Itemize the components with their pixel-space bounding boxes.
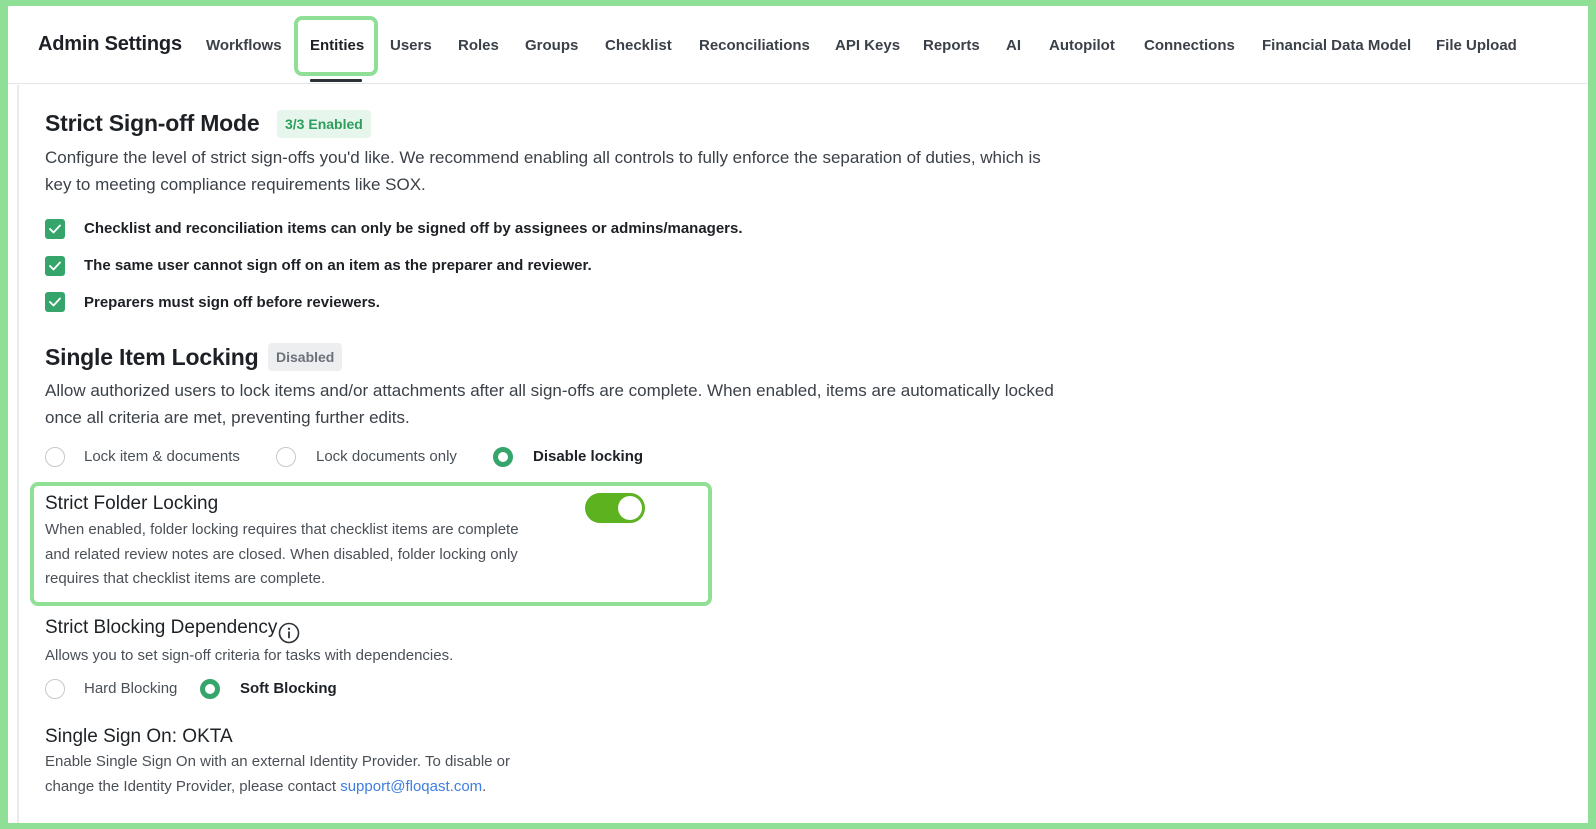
tab-roles[interactable]: Roles <box>458 37 499 54</box>
hard-blocking-radio[interactable] <box>45 679 65 699</box>
description-line: change the Identity Provider, please con… <box>45 775 605 800</box>
lock-item-documents-radio[interactable] <box>45 447 65 467</box>
single-item-locking-description: Allow authorized users to lock items and… <box>45 377 1155 431</box>
lock-documents-only-radio[interactable] <box>276 447 296 467</box>
tab-users[interactable]: Users <box>390 37 432 54</box>
strict-blocking-description: Allows you to set sign-off criteria for … <box>45 647 454 664</box>
lock-item-documents-label: Lock item & documents <box>84 448 240 465</box>
description-line: and related review notes are closed. Whe… <box>45 545 518 563</box>
strict-signoff-description: Configure the level of strict sign-offs … <box>45 144 1155 198</box>
hard-blocking-label: Hard Blocking <box>84 680 178 697</box>
description-line: requires that checklist items are comple… <box>45 570 326 587</box>
tab-file-upload[interactable]: File Upload <box>1436 37 1517 54</box>
status-badge: Disabled <box>268 343 343 371</box>
strict-blocking-title: Strict Blocking Dependency <box>45 617 278 638</box>
checkmark-icon <box>49 224 61 234</box>
sso-title: Single Sign On: OKTA <box>45 726 233 747</box>
status-badge: 3/3 Enabled <box>277 110 371 138</box>
tab-financial-data-model[interactable]: Financial Data Model <box>1262 37 1411 54</box>
signoff-option-1-checkbox[interactable] <box>45 219 65 239</box>
tab-groups[interactable]: Groups <box>525 37 578 54</box>
disable-locking-radio[interactable] <box>493 447 513 467</box>
content-left-border <box>17 85 19 823</box>
soft-blocking-radio[interactable] <box>200 679 220 699</box>
strict-folder-locking-toggle[interactable] <box>585 493 645 523</box>
signoff-option-2-checkbox[interactable] <box>45 256 65 276</box>
support-email-link[interactable]: support@floqast.com <box>340 778 482 795</box>
tab-entities[interactable]: Entities <box>310 37 364 54</box>
top-navigation: Admin Settings Workflows Entities Users … <box>8 6 1588 84</box>
tab-autopilot[interactable]: Autopilot <box>1049 37 1115 54</box>
info-icon[interactable] <box>278 622 300 644</box>
tab-checklist[interactable]: Checklist <box>605 37 672 54</box>
strict-folder-locking-title: Strict Folder Locking <box>45 493 219 514</box>
description-line: Allow authorized users to lock items and… <box>45 381 1054 400</box>
description-line: key to meeting compliance requirements l… <box>45 175 426 194</box>
tab-api-keys[interactable]: API Keys <box>835 37 900 54</box>
signoff-option-1-label: Checklist and reconciliation items can o… <box>84 220 743 237</box>
description-line: Enable Single Sign On with an external I… <box>45 753 510 770</box>
description-line: When enabled, folder locking requires th… <box>45 521 519 538</box>
sso-description: Enable Single Sign On with an external I… <box>45 750 605 799</box>
page-title: Admin Settings <box>38 33 182 55</box>
active-tab-indicator <box>310 79 362 82</box>
description-line: once all criteria are met, preventing fu… <box>45 408 410 427</box>
toggle-knob <box>618 496 642 520</box>
signoff-option-3-label: Preparers must sign off before reviewers… <box>84 294 380 311</box>
tab-ai[interactable]: AI <box>1006 37 1021 54</box>
lock-documents-only-label: Lock documents only <box>316 448 457 465</box>
tab-workflows[interactable]: Workflows <box>206 37 282 54</box>
sso-contact-text: change the Identity Provider, please con… <box>45 777 341 795</box>
sso-period: . <box>482 777 487 795</box>
checkmark-icon <box>49 261 61 271</box>
signoff-option-2-label: The same user cannot sign off on an item… <box>84 257 592 274</box>
strict-folder-locking-description: When enabled, folder locking requires th… <box>45 518 585 592</box>
strict-signoff-title: Strict Sign-off Mode <box>45 110 260 136</box>
tab-reconciliations[interactable]: Reconciliations <box>699 37 810 54</box>
disable-locking-label: Disable locking <box>533 448 644 465</box>
description-line: Configure the level of strict sign-offs … <box>45 148 1041 167</box>
signoff-option-3-checkbox[interactable] <box>45 292 65 312</box>
admin-settings-page: Admin Settings Workflows Entities Users … <box>8 6 1588 823</box>
checkmark-icon <box>49 297 61 307</box>
soft-blocking-label: Soft Blocking <box>240 680 337 697</box>
tab-connections[interactable]: Connections <box>1144 37 1235 54</box>
tab-reports[interactable]: Reports <box>923 37 980 54</box>
single-item-locking-title: Single Item Locking <box>45 344 259 370</box>
